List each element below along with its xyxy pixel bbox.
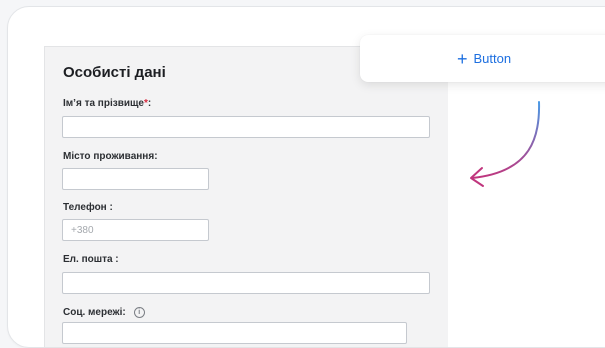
phone-input[interactable]	[62, 219, 209, 241]
label-colon: :	[112, 254, 119, 265]
label-colon: :	[122, 307, 126, 318]
label-colon: :	[147, 98, 152, 109]
email-label-text: Ел. пошта	[63, 254, 113, 265]
socials-label-text: Соц. мережі	[63, 307, 123, 318]
add-button[interactable]: + Button	[360, 35, 605, 82]
email-field-label: Ел. пошта :	[63, 254, 119, 265]
form-title: Особисті дані	[63, 64, 166, 81]
email-input[interactable]	[62, 272, 430, 294]
socials-field-label: Соц. мережі: i	[63, 307, 145, 318]
city-input[interactable]	[62, 168, 209, 190]
socials-input[interactable]	[62, 322, 407, 344]
add-button-label: Button	[473, 51, 512, 66]
personal-data-form	[44, 46, 448, 348]
city-field-label: Місто проживання:	[63, 151, 158, 162]
label-colon: :	[106, 202, 113, 213]
plus-icon: +	[457, 48, 468, 69]
city-label-text: Місто проживання	[63, 151, 155, 162]
phone-label-text: Телефон	[63, 202, 107, 213]
curved-arrow-icon	[470, 101, 541, 187]
info-icon[interactable]: i	[133, 307, 145, 318]
phone-field-label: Телефон :	[63, 202, 113, 213]
name-label-text: Ім’я та прізвище	[63, 98, 144, 109]
name-field-label: Ім’я та прізвище*:	[63, 98, 151, 109]
label-colon: :	[154, 151, 158, 162]
full-name-input[interactable]	[62, 116, 430, 138]
